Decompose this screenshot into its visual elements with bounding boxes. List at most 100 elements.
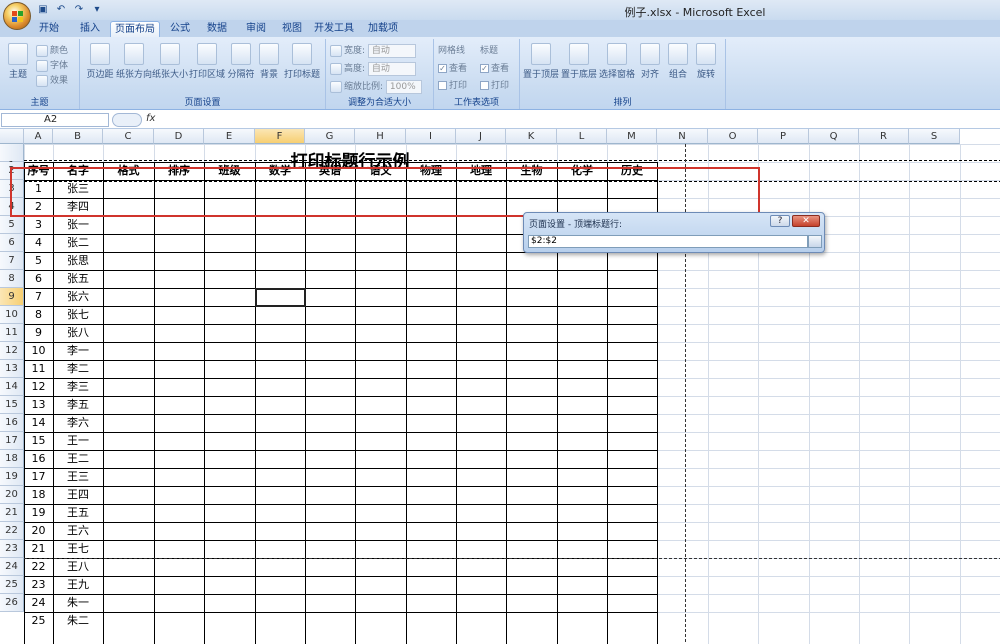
row-header-16[interactable]: 16 xyxy=(0,414,24,432)
column-header-g[interactable]: G xyxy=(305,129,355,144)
data-cell[interactable]: 张七 xyxy=(53,306,103,324)
group-button[interactable]: 组合 xyxy=(664,43,692,80)
page-setup-dialog[interactable]: 页面设置 - 顶端标题行: ? ✕ $2:$2 xyxy=(523,212,825,253)
selection-pane-button[interactable]: 选择窗格 xyxy=(598,43,636,80)
data-cell[interactable]: 张五 xyxy=(53,270,103,288)
data-cell[interactable]: 王六 xyxy=(53,522,103,540)
print-area-button[interactable]: 打印区域 xyxy=(188,43,226,80)
data-cell[interactable]: 22 xyxy=(24,558,53,576)
title-rows-input[interactable]: $2:$2 xyxy=(528,235,808,248)
data-cell[interactable]: 21 xyxy=(24,540,53,558)
active-cell[interactable] xyxy=(255,288,306,307)
tab-2[interactable]: 插入 xyxy=(72,21,108,37)
data-cell[interactable]: 李二 xyxy=(53,360,103,378)
data-cell[interactable]: 25 xyxy=(24,612,53,630)
column-header-e[interactable]: E xyxy=(204,129,255,144)
data-cell[interactable]: 张思 xyxy=(53,252,103,270)
data-cell[interactable]: 王九 xyxy=(53,576,103,594)
help-button[interactable]: ? xyxy=(770,215,790,227)
themes-button[interactable]: 主题 xyxy=(4,43,32,80)
headings-view-checkbox[interactable]: ✓ 查看 xyxy=(480,61,509,74)
column-header-o[interactable]: O xyxy=(708,129,758,144)
row-header-10[interactable]: 10 xyxy=(0,306,24,324)
data-cell[interactable]: 王七 xyxy=(53,540,103,558)
tab-5[interactable]: 数据 xyxy=(200,21,234,37)
column-header-d[interactable]: D xyxy=(154,129,204,144)
data-cell[interactable]: 24 xyxy=(24,594,53,612)
row-header-8[interactable]: 8 xyxy=(0,270,24,288)
scale-spinner[interactable]: 100% xyxy=(385,79,422,94)
row-header-12[interactable]: 12 xyxy=(0,342,24,360)
theme-fonts-button[interactable]: 字体 xyxy=(36,58,68,72)
breaks-button[interactable]: 分隔符 xyxy=(226,43,256,80)
row-header-19[interactable]: 19 xyxy=(0,468,24,486)
tab-3[interactable]: 页面布局 xyxy=(110,21,160,37)
tab-1[interactable]: 开始 xyxy=(32,21,66,37)
row-header-11[interactable]: 11 xyxy=(0,324,24,342)
row-header-23[interactable]: 23 xyxy=(0,540,24,558)
data-cell[interactable]: 张八 xyxy=(53,324,103,342)
data-cell[interactable]: 7 xyxy=(24,288,53,306)
theme-colors-button[interactable]: 颜色 xyxy=(36,43,68,57)
row-header-5[interactable]: 5 xyxy=(0,216,24,234)
data-cell[interactable]: 4 xyxy=(24,234,53,252)
print-titles-button[interactable]: 打印标题 xyxy=(282,43,322,80)
data-cell[interactable]: 张一 xyxy=(53,216,103,234)
row-header-22[interactable]: 22 xyxy=(0,522,24,540)
background-button[interactable]: 背景 xyxy=(256,43,282,80)
row-header-6[interactable]: 6 xyxy=(0,234,24,252)
row-header-17[interactable]: 17 xyxy=(0,432,24,450)
margins-button[interactable]: 页边距 xyxy=(84,43,116,80)
data-cell[interactable]: 王八 xyxy=(53,558,103,576)
select-all-corner[interactable] xyxy=(0,129,24,144)
data-cell[interactable]: 10 xyxy=(24,342,53,360)
tab-7[interactable]: 视图 xyxy=(277,21,307,37)
row-header-20[interactable]: 20 xyxy=(0,486,24,504)
data-cell[interactable]: 16 xyxy=(24,450,53,468)
width-dropdown[interactable]: 自动 xyxy=(367,43,416,58)
theme-effects-button[interactable]: 效果 xyxy=(36,73,68,87)
column-header-f[interactable]: F xyxy=(255,129,305,144)
formula-buttons[interactable] xyxy=(112,113,142,127)
row-header-26[interactable]: 26 xyxy=(0,594,24,612)
name-box[interactable]: A2 xyxy=(1,113,109,127)
row-header-9[interactable]: 9 xyxy=(0,288,24,306)
expand-dialog-icon[interactable] xyxy=(808,235,822,248)
column-header-s[interactable]: S xyxy=(909,129,960,144)
data-cell[interactable]: 11 xyxy=(24,360,53,378)
data-cell[interactable]: 朱一 xyxy=(53,594,103,612)
data-cell[interactable]: 张二 xyxy=(53,234,103,252)
office-button[interactable] xyxy=(3,2,31,30)
data-cell[interactable]: 李一 xyxy=(53,342,103,360)
tab-8[interactable]: 开发工具 xyxy=(312,21,356,37)
data-cell[interactable]: 19 xyxy=(24,504,53,522)
gridlines-view-checkbox[interactable]: ✓ 查看 xyxy=(438,61,467,74)
data-cell[interactable]: 23 xyxy=(24,576,53,594)
close-button[interactable]: ✕ xyxy=(792,215,820,227)
data-cell[interactable]: 王二 xyxy=(53,450,103,468)
column-header-q[interactable]: Q xyxy=(809,129,859,144)
column-header-k[interactable]: K xyxy=(506,129,557,144)
data-cell[interactable]: 朱二 xyxy=(53,612,103,630)
gridlines-print-checkbox[interactable]: 打印 xyxy=(438,78,467,91)
headings-print-checkbox[interactable]: 打印 xyxy=(480,78,509,91)
worksheet[interactable]: ABCDEFGHIJKLMNOPQRS123456789101112131415… xyxy=(0,129,1000,644)
row-header-13[interactable]: 13 xyxy=(0,360,24,378)
column-header-l[interactable]: L xyxy=(557,129,607,144)
orientation-button[interactable]: 纸张方向 xyxy=(116,43,152,80)
data-cell[interactable]: 12 xyxy=(24,378,53,396)
data-cell[interactable]: 李五 xyxy=(53,396,103,414)
data-cell[interactable]: 王五 xyxy=(53,504,103,522)
bring-front-button[interactable]: 置于顶层 xyxy=(522,43,560,80)
column-header-n[interactable]: N xyxy=(657,129,708,144)
data-cell[interactable]: 张六 xyxy=(53,288,103,306)
column-header-c[interactable]: C xyxy=(103,129,154,144)
data-cell[interactable]: 14 xyxy=(24,414,53,432)
row-header-25[interactable]: 25 xyxy=(0,576,24,594)
data-cell[interactable]: 15 xyxy=(24,432,53,450)
size-button[interactable]: 纸张大小 xyxy=(152,43,188,80)
data-cell[interactable]: 王三 xyxy=(53,468,103,486)
column-header-j[interactable]: J xyxy=(456,129,506,144)
data-cell[interactable]: 李六 xyxy=(53,414,103,432)
data-cell[interactable]: 20 xyxy=(24,522,53,540)
